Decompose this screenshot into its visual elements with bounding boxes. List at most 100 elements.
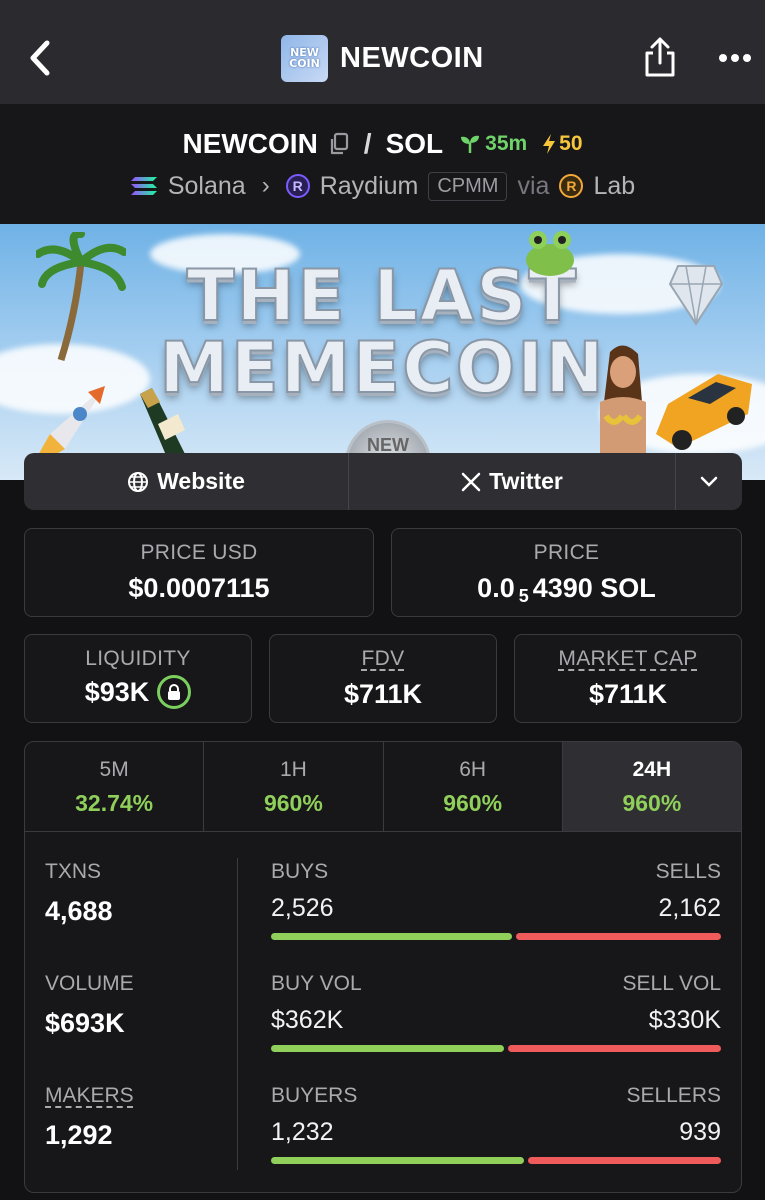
- tab-label: 24H: [632, 758, 672, 781]
- buy-bar: [271, 933, 512, 940]
- price-change: 960%: [622, 790, 682, 816]
- website-button[interactable]: Website: [24, 453, 349, 510]
- price-change: 960%: [263, 790, 323, 816]
- buy-bar: [271, 1045, 504, 1052]
- price-usd-label: PRICE USD: [140, 541, 258, 564]
- token-title: NEW COIN NEWCOIN: [281, 34, 484, 82]
- price-native-label: PRICE: [533, 541, 600, 564]
- solana-icon: [130, 177, 157, 195]
- chevron-right-icon: ›: [261, 172, 270, 199]
- sell-volume-label: SELL VOL: [622, 972, 721, 995]
- sell-volume-value: $330K: [648, 1006, 721, 1034]
- sellers-value: 939: [679, 1118, 721, 1146]
- frog-icon: [526, 231, 574, 276]
- chevron-down-icon: [700, 476, 718, 487]
- buyers-sellers-bar: [271, 1157, 721, 1164]
- dex-name[interactable]: Raydium: [320, 172, 419, 201]
- lightning-icon: [543, 134, 556, 154]
- share-icon: [645, 37, 675, 77]
- fdv-card: FDV $711K: [269, 634, 497, 723]
- pair-quote-symbol: SOL: [385, 128, 444, 159]
- raydium-icon: R: [285, 174, 310, 198]
- txns-metric: TXNS 4,688: [45, 860, 235, 927]
- twitter-label: Twitter: [489, 468, 563, 494]
- globe-icon: [128, 471, 149, 492]
- chevron-left-icon: [30, 40, 50, 76]
- fdv-label[interactable]: FDV: [270, 647, 496, 671]
- tab-label: 6H: [459, 758, 487, 781]
- sell-bar: [516, 933, 721, 940]
- buyers-sellers-split: BUYERS SELLERS 1,232 939: [271, 1084, 721, 1164]
- lock-icon[interactable]: [157, 675, 192, 709]
- price-usd-value: $0.0007115: [128, 573, 270, 603]
- liquidity-card: LIQUIDITY $93K: [24, 634, 252, 723]
- tab-1h[interactable]: 1H 960%: [204, 742, 384, 831]
- sellers-label: SELLERS: [626, 1084, 721, 1107]
- back-button[interactable]: [20, 34, 60, 82]
- pair-header: NEWCOIN / SOL 35m 50 Solana › R Raydium …: [0, 104, 765, 224]
- pool-type-badge: CPMM: [428, 171, 508, 201]
- links-bar: Website Twitter: [24, 453, 742, 510]
- price-usd-card: PRICE USD $0.0007115: [24, 528, 374, 617]
- more-button[interactable]: [712, 40, 758, 76]
- buys-label: BUYS: [271, 860, 329, 883]
- sell-bar: [528, 1157, 721, 1164]
- txns-value: 4,688: [45, 896, 113, 926]
- column-divider: [237, 858, 238, 1170]
- tab-label: 1H: [279, 758, 307, 781]
- market-cap-card: MARKET CAP $711K: [514, 634, 742, 723]
- volume-split: BUY VOL SELL VOL $362K $330K: [271, 972, 721, 1052]
- liquidity-value: $93K: [84, 676, 150, 707]
- logo-text: COIN: [289, 57, 320, 70]
- copy-icon[interactable]: [328, 132, 350, 156]
- buyers-value: 1,232: [271, 1118, 334, 1146]
- price-native-value: 0.0 5 4390 SOL: [392, 573, 741, 606]
- txns-label: TXNS: [45, 860, 102, 883]
- token-banner: THE LAST MEMECOIN NEW: [0, 224, 765, 480]
- diamond-icon: [668, 265, 724, 326]
- via-label: via: [517, 171, 550, 200]
- page-title: NEWCOIN: [340, 41, 484, 74]
- tab-24h[interactable]: 24H 960%: [562, 742, 741, 831]
- price-native-card: PRICE 0.0 5 4390 SOL: [391, 528, 742, 617]
- makers-value: 1,292: [45, 1120, 113, 1150]
- buy-volume-value: $362K: [271, 1006, 344, 1034]
- more-links-button[interactable]: [676, 453, 742, 510]
- sports-car-icon: [656, 374, 752, 450]
- fdv-value: $711K: [343, 679, 423, 709]
- token-logo: NEW COIN: [281, 34, 328, 82]
- twitter-button[interactable]: Twitter: [349, 453, 676, 510]
- pair-base-symbol: NEWCOIN: [182, 128, 318, 159]
- timeframe-tabs: 5M 32.74% 1H 960% 6H 960% 24H 960%: [25, 742, 741, 832]
- buyers-label: BUYERS: [271, 1084, 358, 1107]
- price-zero-count: 5: [518, 586, 529, 606]
- tab-5m[interactable]: 5M 32.74%: [25, 742, 205, 831]
- price-suffix: 4390 SOL: [532, 573, 656, 603]
- price-prefix: 0.0: [477, 573, 515, 603]
- volume-label: VOLUME: [45, 972, 134, 995]
- tab-6h[interactable]: 6H 960%: [384, 742, 563, 831]
- age-text: 35m: [485, 132, 528, 155]
- pair-age: 35m: [459, 132, 527, 156]
- volume-bar: [271, 1045, 721, 1052]
- buys-sells-split: BUYS SELLS 2,526 2,162: [271, 860, 721, 940]
- price-change: 32.74%: [75, 790, 154, 816]
- makers-label[interactable]: MAKERS: [45, 1084, 235, 1108]
- buy-bar: [271, 1157, 524, 1164]
- liquidity-label: LIQUIDITY: [85, 647, 191, 670]
- sell-bar: [508, 1045, 721, 1052]
- boost-count[interactable]: 50: [541, 132, 583, 156]
- source-name[interactable]: Lab: [593, 172, 635, 201]
- buys-sells-bar: [271, 933, 721, 940]
- sells-label: SELLS: [655, 860, 721, 883]
- price-change: 960%: [443, 790, 503, 816]
- market-cap-label[interactable]: MARKET CAP: [515, 647, 741, 671]
- tab-label: 5M: [99, 758, 129, 781]
- boost-text: 50: [559, 132, 583, 155]
- share-button[interactable]: [638, 32, 682, 82]
- makers-metric: MAKERS 1,292: [45, 1084, 235, 1151]
- pair-separator: /: [363, 128, 372, 159]
- chain-name[interactable]: Solana: [168, 172, 246, 201]
- lab-icon: R: [559, 174, 584, 198]
- top-bar: NEW COIN NEWCOIN: [0, 0, 765, 104]
